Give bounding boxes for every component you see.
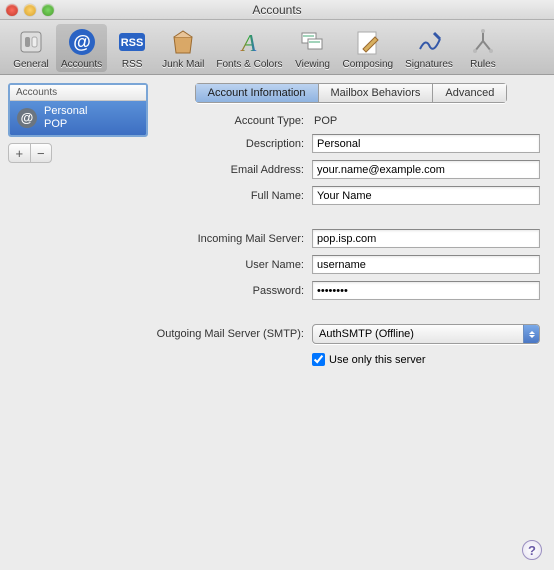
- toolbar-label: Fonts & Colors: [216, 59, 282, 70]
- toolbar-label: Viewing: [295, 59, 330, 70]
- description-label: Description:: [156, 138, 304, 150]
- sidebar-header: Accounts: [10, 85, 146, 101]
- help-button[interactable]: ?: [522, 540, 542, 560]
- fullname-label: Full Name:: [156, 190, 304, 202]
- toolbar-rules[interactable]: Rules: [460, 24, 506, 72]
- toolbar-signatures[interactable]: Signatures: [400, 24, 458, 72]
- account-list-item[interactable]: @ Personal POP: [10, 101, 146, 135]
- tab-mailbox-behaviors[interactable]: Mailbox Behaviors: [319, 83, 434, 103]
- toolbar-rss[interactable]: RSS RSS: [109, 24, 155, 72]
- username-label: User Name:: [156, 259, 304, 271]
- use-only-checkbox[interactable]: [312, 353, 325, 366]
- fullname-input[interactable]: [312, 186, 540, 205]
- toolbar-label: Rules: [470, 59, 496, 70]
- window-title: Accounts: [0, 3, 554, 17]
- at-icon: @: [66, 26, 98, 58]
- switch-icon: [15, 26, 47, 58]
- svg-text:@: @: [73, 32, 91, 52]
- remove-account-button[interactable]: −: [31, 144, 52, 162]
- account-name: Personal: [44, 105, 87, 118]
- popup-arrows-icon: [523, 325, 539, 343]
- incoming-input[interactable]: [312, 229, 540, 248]
- account-form: Account Type: POP Description: Email Add…: [156, 115, 546, 366]
- password-label: Password:: [156, 285, 304, 297]
- rss-icon: RSS: [116, 26, 148, 58]
- email-input[interactable]: [312, 160, 540, 179]
- toolbar-label: General: [13, 59, 49, 70]
- toolbar-composing[interactable]: Composing: [338, 24, 399, 72]
- toolbar-label: Composing: [343, 59, 394, 70]
- titlebar: Accounts: [0, 0, 554, 20]
- accounts-sidebar: Accounts @ Personal POP: [8, 83, 148, 137]
- toolbar-accounts[interactable]: @ Accounts: [56, 24, 107, 72]
- toolbar-label: Accounts: [61, 59, 102, 70]
- toolbar-viewing[interactable]: Viewing: [290, 24, 336, 72]
- toolbar-junk[interactable]: Junk Mail: [157, 24, 209, 72]
- tab-advanced[interactable]: Advanced: [433, 83, 507, 103]
- svg-text:@: @: [21, 110, 34, 125]
- at-icon: @: [16, 107, 38, 129]
- toolbar-label: Junk Mail: [162, 59, 204, 70]
- account-type-label: Account Type:: [156, 115, 304, 127]
- svg-text:A: A: [240, 31, 257, 57]
- smtp-value: AuthSMTP (Offline): [319, 328, 414, 340]
- add-remove-bar: + −: [8, 143, 52, 163]
- composing-icon: [352, 26, 384, 58]
- description-input[interactable]: [312, 134, 540, 153]
- use-only-label: Use only this server: [329, 354, 426, 366]
- rules-icon: [467, 26, 499, 58]
- toolbar-general[interactable]: General: [8, 24, 54, 72]
- fonts-icon: A: [233, 26, 265, 58]
- toolbar: General @ Accounts RSS RSS Junk Mail A F…: [0, 20, 554, 75]
- tab-account-information[interactable]: Account Information: [195, 83, 319, 103]
- email-label: Email Address:: [156, 164, 304, 176]
- junk-icon: [167, 26, 199, 58]
- account-kind: POP: [44, 118, 87, 131]
- toolbar-fonts[interactable]: A Fonts & Colors: [211, 24, 287, 72]
- add-account-button[interactable]: +: [9, 144, 31, 162]
- signatures-icon: [413, 26, 445, 58]
- smtp-label: Outgoing Mail Server (SMTP):: [156, 328, 304, 340]
- toolbar-label: Signatures: [405, 59, 453, 70]
- svg-text:RSS: RSS: [121, 37, 144, 49]
- viewing-icon: [297, 26, 329, 58]
- password-input[interactable]: [312, 281, 540, 300]
- tab-bar: Account Information Mailbox Behaviors Ad…: [195, 83, 508, 103]
- smtp-popup[interactable]: AuthSMTP (Offline): [312, 324, 540, 344]
- toolbar-label: RSS: [122, 59, 143, 70]
- account-type-value: POP: [312, 115, 540, 127]
- username-input[interactable]: [312, 255, 540, 274]
- incoming-label: Incoming Mail Server:: [156, 233, 304, 245]
